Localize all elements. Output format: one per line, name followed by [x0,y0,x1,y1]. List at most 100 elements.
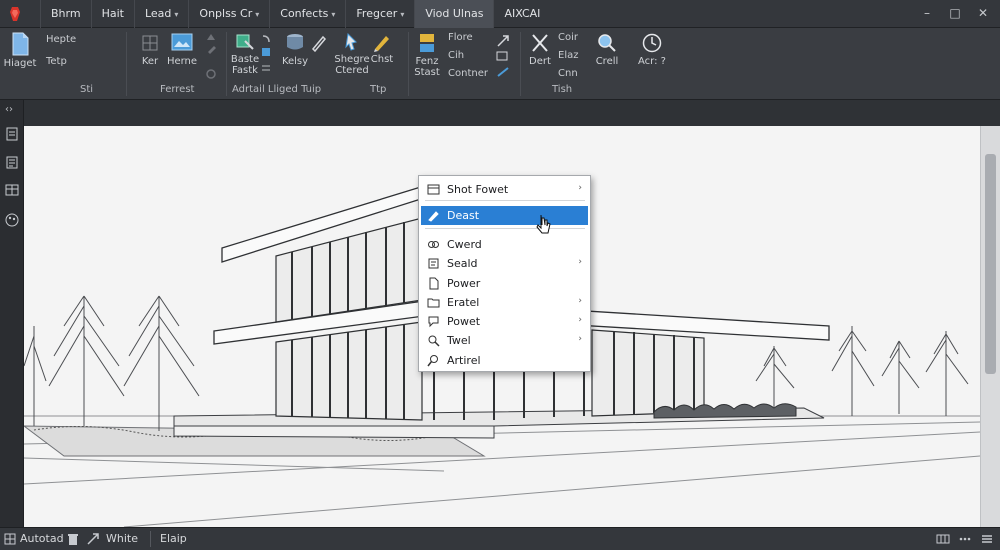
mouse-cursor-icon [536,214,551,234]
status-bar: Autotad White Elaip [0,527,1000,550]
group-label-5: Tish [552,84,573,95]
context-menu-label: Powet [447,315,481,328]
search-icon [427,355,438,367]
close-icon[interactable]: ✕ [972,4,994,22]
window-controls: – □ ✕ [916,4,994,22]
cnn-button[interactable]: Cnn [558,68,578,79]
white-mode-toggle[interactable]: White [106,532,138,545]
context-menu-label: Cwerd [447,238,482,251]
hiaget-button[interactable]: Hiaget [2,32,38,69]
grid-snap-icon[interactable] [3,532,17,546]
minimize-icon[interactable]: – [916,4,938,22]
context-menu-item[interactable]: Powet › [421,312,588,331]
context-menu-item[interactable]: Cwerd [421,235,588,254]
ribbon-separator [126,32,127,96]
menu-separator [425,228,585,229]
menu-icon[interactable] [980,532,994,546]
flore-button[interactable]: Flore [448,32,473,43]
ribbon: Hiaget Hepte Tetp Sti Ker Herne Ferrest … [0,28,1000,100]
context-menu-item[interactable]: Twel › [421,331,588,350]
document-icon [12,32,29,56]
properties-icon[interactable] [4,126,20,142]
window-icon [427,184,440,195]
menu-item-label: Fregcer [356,7,398,20]
crell-label: Crell [595,56,619,67]
context-menu-item[interactable]: Seald › [421,254,588,273]
clock-icon [642,33,662,53]
context-menu-item[interactable]: Eratel › [421,293,588,312]
shegre-ctered-label: Shegre Ctered [334,54,370,76]
context-menu: Shot Fowet › Deast Cwerd Seald › Power Eratel › P… [418,175,591,372]
ker-label: Ker [141,56,159,67]
herne-button[interactable]: Herne [166,32,198,67]
fenz-stast-label: Fenz Stast [414,56,440,78]
group-label-3: Adrtail Lliged Tuip [232,84,322,95]
menu-item[interactable]: Bhrm [40,0,91,28]
context-menu-item[interactable]: Deast [421,206,588,225]
context-menu-label: Shot Fowet [447,183,509,196]
ker-button[interactable]: Ker [136,32,164,67]
menu-item[interactable]: Confects ▾ [269,0,345,28]
settings-dots-icon[interactable] [958,532,972,546]
crell-button[interactable]: Crell [592,32,622,67]
coir-button[interactable]: Coir [558,32,578,43]
group-label-2: Ferrest [160,84,195,95]
status-separator [150,531,151,547]
dert-button[interactable]: Dert [526,32,554,67]
cih-button[interactable]: Cih [448,50,464,61]
hepte-button[interactable]: Hepte [46,34,76,45]
context-menu-label: Twel [447,334,471,347]
grid-icon [142,35,158,51]
trash-icon[interactable] [66,532,80,546]
folder-icon [427,298,440,308]
elaz-button[interactable]: Elaz [558,50,578,61]
close-x-icon [532,34,548,52]
contner-button[interactable]: Contner [448,68,488,79]
menu-item-label: Confects [280,7,329,20]
menu-item-label: Viod Ulnas [425,7,484,20]
scrollbar-thumb[interactable] [985,154,996,374]
chevron-down-icon: ▾ [400,10,405,19]
menu-item[interactable]: Lead ▾ [133,0,188,28]
page-icon [429,277,439,290]
acr-button[interactable]: Acr: ? [632,32,672,67]
menu-item-label: Onplss Cr [199,7,253,20]
small-tools-icon [206,34,216,79]
chat-icon [428,316,439,328]
palette-icon[interactable] [4,212,20,228]
layers-panel-icon[interactable] [4,154,20,170]
context-menu-label: Seald [447,257,478,270]
resize-arrow-icon[interactable] [86,532,100,546]
menu-item[interactable]: Fregcer ▾ [345,0,414,28]
left-tool-dock: ‹› [0,100,24,527]
layout-grid-icon[interactable] [936,532,950,546]
tetp-button[interactable]: Tetp [46,56,67,67]
menu-separator [425,200,585,201]
context-menu-item[interactable]: Power [421,274,588,293]
chevron-down-icon: ▾ [255,10,260,19]
menu-item[interactable]: Viod Ulnas [414,0,494,28]
chevron-right-icon: › [578,334,582,344]
fenz-stast-button[interactable]: Fenz Stast [412,32,442,78]
autosave-status[interactable]: Autotad [20,532,64,545]
help-button[interactable]: Elaip [160,532,187,545]
sheet-set-icon[interactable] [4,182,20,198]
restore-icon[interactable]: □ [944,4,966,22]
kelsy-button[interactable]: Kelsy [280,32,310,67]
menu-item[interactable]: Onplss Cr ▾ [188,0,269,28]
menu-item[interactable]: AIXCAI [493,0,550,28]
shegre-ctered-button[interactable]: Shegre Ctered [334,32,370,76]
title-menu-bar: Bhrm Hait Lead ▾ Onplss Cr ▾ Confects ▾ Fregcer ▾… [0,0,1000,28]
baste-fastk-button[interactable]: Baste Fastk [230,32,260,76]
collapse-chevron-icon[interactable]: ‹› [5,104,13,115]
context-menu-item[interactable]: Shot Fowet › [421,180,588,199]
move-tool-icon [345,32,357,51]
menu-item-label: Lead [144,7,172,20]
chst-button[interactable]: Chst [370,32,394,65]
kelsy-label: Kelsy [281,56,309,67]
ribbon-separator [226,32,227,96]
menu-item[interactable]: Hait [90,0,134,28]
context-menu-item[interactable]: Artirel [421,351,588,370]
vertical-scrollbar[interactable] [980,126,1000,527]
app-logo-icon [10,7,20,21]
